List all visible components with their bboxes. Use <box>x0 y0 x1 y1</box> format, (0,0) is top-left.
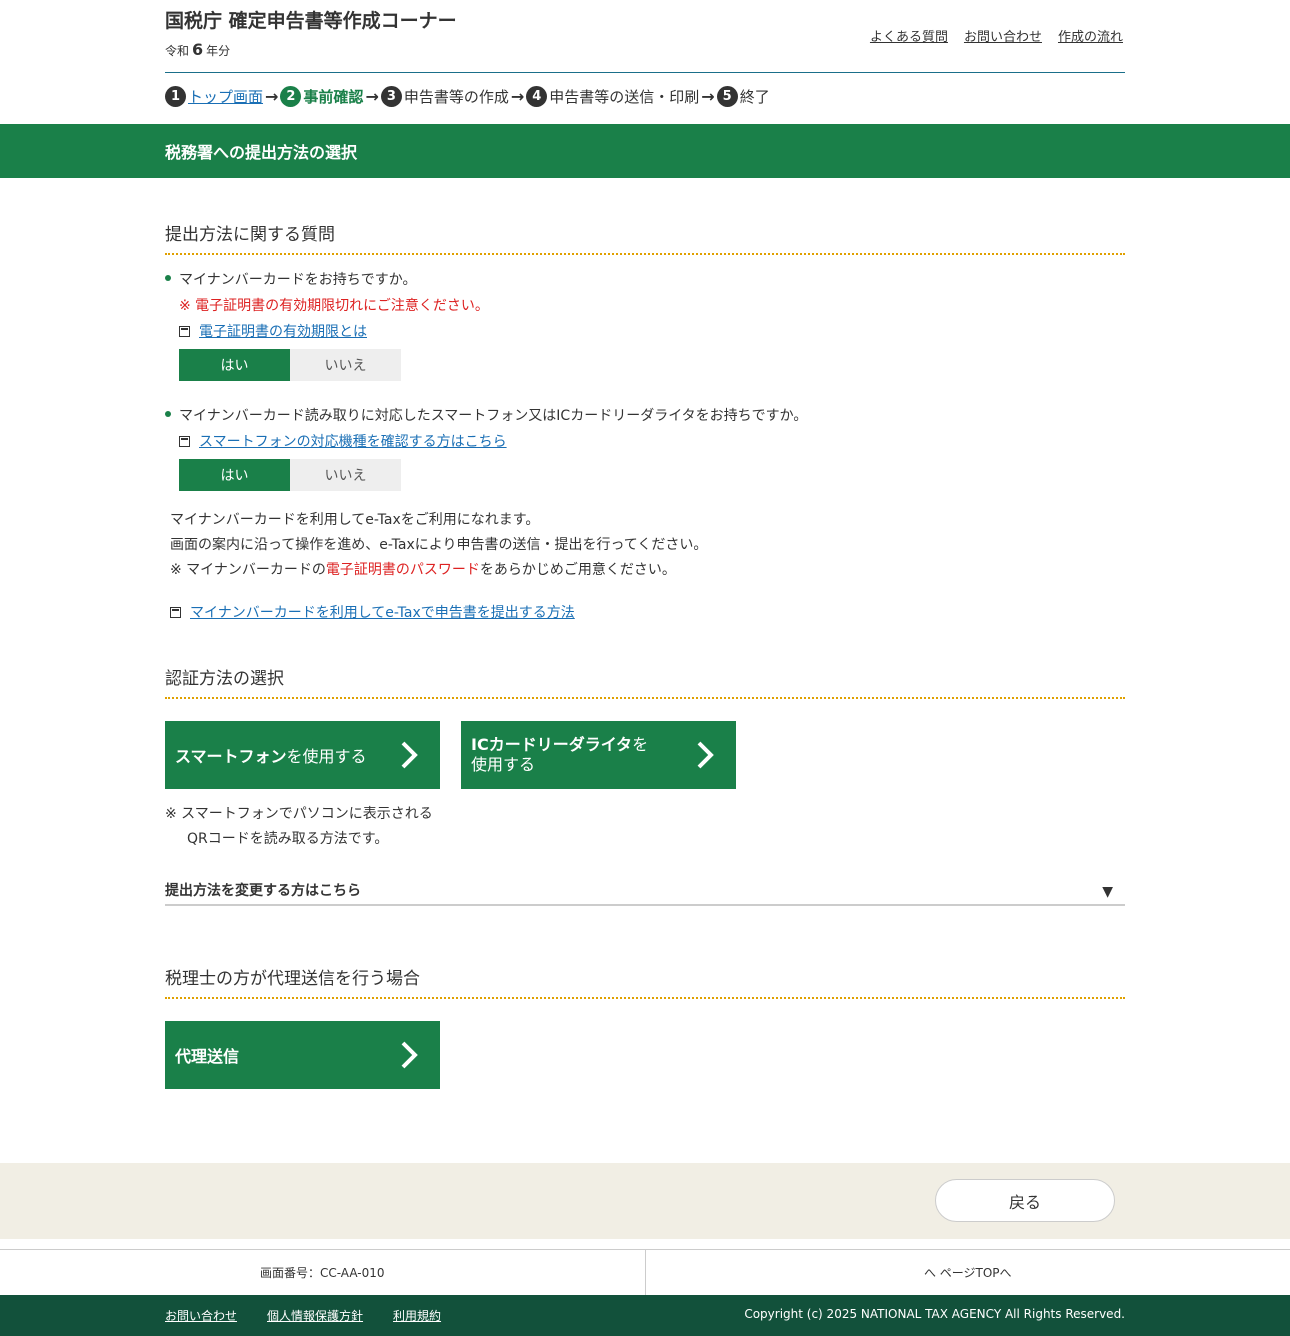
note-text: ※ マイナンバーカードの <box>170 562 326 578</box>
button-label-rest: を使用する <box>286 747 367 766</box>
expiry-info-link[interactable]: 電子証明書の有効期限とは <box>199 321 367 341</box>
button-label: ICカードリーダライタを使用する <box>471 735 648 775</box>
yes-button[interactable]: はい <box>179 349 290 381</box>
footer-info-bar: 画面番号：CC-AA-010 へ ページTOPへ <box>0 1249 1290 1295</box>
question-reader-device: マイナンバーカード読み取りに対応したスマートフォン又はICカードリーダライタをお… <box>165 405 807 425</box>
proxy-send-button[interactable]: 代理送信 <box>165 1021 440 1089</box>
step-number: 2 <box>280 86 302 107</box>
footer-contact-link[interactable]: お問い合わせ <box>165 1307 237 1324</box>
window-icon <box>179 435 190 447</box>
page-title-band: 税務署への提出方法の選択 <box>0 124 1290 178</box>
era-label: 令和 <box>165 44 190 58</box>
copyright: Copyright (c) 2025 NATIONAL TAX AGENCY A… <box>744 1307 1125 1321</box>
no-button[interactable]: いいえ <box>290 459 401 491</box>
step-label: 終了 <box>739 88 770 106</box>
step-number: 1 <box>165 86 186 107</box>
privacy-policy-link[interactable]: 個人情報保護方針 <box>267 1307 363 1324</box>
question-text: マイナンバーカード読み取りに対応したスマートフォン又はICカードリーダライタをお… <box>179 408 808 424</box>
year-number: 6 <box>192 40 204 59</box>
page-title: 税務署への提出方法の選択 <box>165 143 358 162</box>
chevron-right-icon <box>401 741 418 769</box>
header-divider <box>165 72 1125 73</box>
accordion-label: 提出方法を変更する方はこちら <box>165 883 361 899</box>
screen-id: 画面番号：CC-AA-010 <box>259 1266 385 1280</box>
info-line: マイナンバーカードを利用してe-Taxをご利用になれます。 <box>170 512 540 528</box>
smartphone-note: ※ スマートフォンでパソコンに表示される QRコードを読み取る方法です。 <box>165 802 433 852</box>
note-text: をあらかじめご用意ください。 <box>479 562 676 578</box>
password-highlight: 電子証明書のパスワード <box>325 562 480 578</box>
info-line: 画面の案内に沿って操作を進め、e-Taxにより申告書の送信・提出を行ってください… <box>170 537 708 553</box>
change-method-accordion[interactable]: 提出方法を変更する方はこちら ▼ <box>165 880 1125 906</box>
arrow-right-icon: → <box>701 87 715 106</box>
step-label[interactable]: トップ画面 <box>188 86 263 107</box>
bullet-icon <box>165 411 171 417</box>
section-title-proxy: 税理士の方が代理送信を行う場合 <box>165 964 1125 999</box>
step-1[interactable]: 1 トップ画面 <box>165 86 263 107</box>
arrow-right-icon: → <box>510 87 525 106</box>
question-text: マイナンバーカードをお持ちですか。 <box>179 272 417 288</box>
password-note: ※ マイナンバーカードの電子証明書のパスワードをあらかじめご用意ください。 <box>170 558 707 583</box>
page-top-link[interactable]: へ ページTOPへ <box>644 1250 1290 1295</box>
etax-method-link-row: マイナンバーカードを利用してe-Taxで申告書を提出する方法 <box>170 602 575 622</box>
footer-links: お問い合わせ 個人情報保護方針 利用規約 <box>165 1307 441 1324</box>
triangle-down-icon: ▼ <box>1102 884 1113 900</box>
button-label-rest: を <box>632 735 649 754</box>
faq-link[interactable]: よくある質問 <box>870 26 948 45</box>
contact-link[interactable]: お問い合わせ <box>964 26 1042 45</box>
smartphone-models-link[interactable]: スマートフォンの対応機種を確認する方はこちら <box>199 431 507 451</box>
question-mynumber-card: マイナンバーカードをお持ちですか。 <box>165 269 416 289</box>
step-label: 申告書等の送信・印刷 <box>549 88 700 106</box>
note-line: ※ スマートフォンでパソコンに表示される <box>165 806 433 822</box>
expiry-info-link-row: 電子証明書の有効期限とは <box>179 321 367 341</box>
mynumber-card-toggle: はい いいえ <box>179 349 401 381</box>
flow-link[interactable]: 作成の流れ <box>1058 26 1123 45</box>
back-button[interactable]: 戻る <box>935 1179 1115 1222</box>
use-ic-reader-button[interactable]: ICカードリーダライタを使用する <box>461 721 736 789</box>
button-label-rest: 使用する <box>471 755 536 774</box>
bullet-icon <box>165 275 171 281</box>
use-smartphone-button[interactable]: スマートフォンを使用する <box>165 721 440 789</box>
button-label: スマートフォンを使用する <box>175 743 367 767</box>
year-suffix: 年分 <box>206 44 231 58</box>
section-title-questions: 提出方法に関する質問 <box>165 220 1125 255</box>
step-5: 5 終了 <box>716 86 770 107</box>
smartphone-models-link-row: スマートフォンの対応機種を確認する方はこちら <box>179 431 507 451</box>
step-number: 3 <box>380 86 402 107</box>
reader-device-toggle: はい いいえ <box>179 459 401 491</box>
progress-steps: 1 トップ画面 → 2 事前確認 → 3 申告書等の作成 → 4 申告書等の送信… <box>165 86 770 107</box>
footer-bottom: お問い合わせ 個人情報保護方針 利用規約 Copyright (c) 2025 … <box>0 1295 1290 1336</box>
step-label: 事前確認 <box>303 88 364 106</box>
window-icon <box>179 325 190 337</box>
expiry-warning: ※ 電子証明書の有効期限切れにご注意ください。 <box>179 298 489 314</box>
note-line: QRコードを読み取る方法です。 <box>187 831 389 847</box>
button-label-bold: ICカードリーダライタ <box>471 735 633 754</box>
tax-year: 令和 6 年分 <box>165 40 230 59</box>
chevron-right-icon <box>697 741 714 769</box>
step-label: 申告書等の作成 <box>403 88 509 106</box>
arrow-right-icon: → <box>365 87 379 106</box>
chevron-right-icon <box>401 1041 418 1069</box>
section-title-auth: 認証方法の選択 <box>165 664 1125 699</box>
window-icon <box>170 606 181 618</box>
header-links: よくある質問 お問い合わせ 作成の流れ <box>870 26 1123 45</box>
arrow-right-icon: → <box>265 87 279 106</box>
site-title: 国税庁 確定申告書等作成コーナー <box>165 10 457 32</box>
yes-button[interactable]: はい <box>179 459 290 491</box>
step-3: 3 申告書等の作成 <box>380 86 509 107</box>
step-number: 5 <box>716 86 738 107</box>
button-label: 代理送信 <box>175 1047 240 1066</box>
step-4: 4 申告書等の送信・印刷 <box>526 86 699 107</box>
step-2: 2 事前確認 <box>280 86 363 107</box>
button-label-bold: スマートフォン <box>175 747 287 766</box>
etax-method-link[interactable]: マイナンバーカードを利用してe-Taxで申告書を提出する方法 <box>190 602 575 622</box>
terms-link[interactable]: 利用規約 <box>393 1307 441 1324</box>
no-button[interactable]: いいえ <box>290 349 401 381</box>
step-number: 4 <box>526 86 548 107</box>
etax-info: マイナンバーカードを利用してe-Taxをご利用になれます。 画面の案内に沿って操… <box>170 508 707 583</box>
